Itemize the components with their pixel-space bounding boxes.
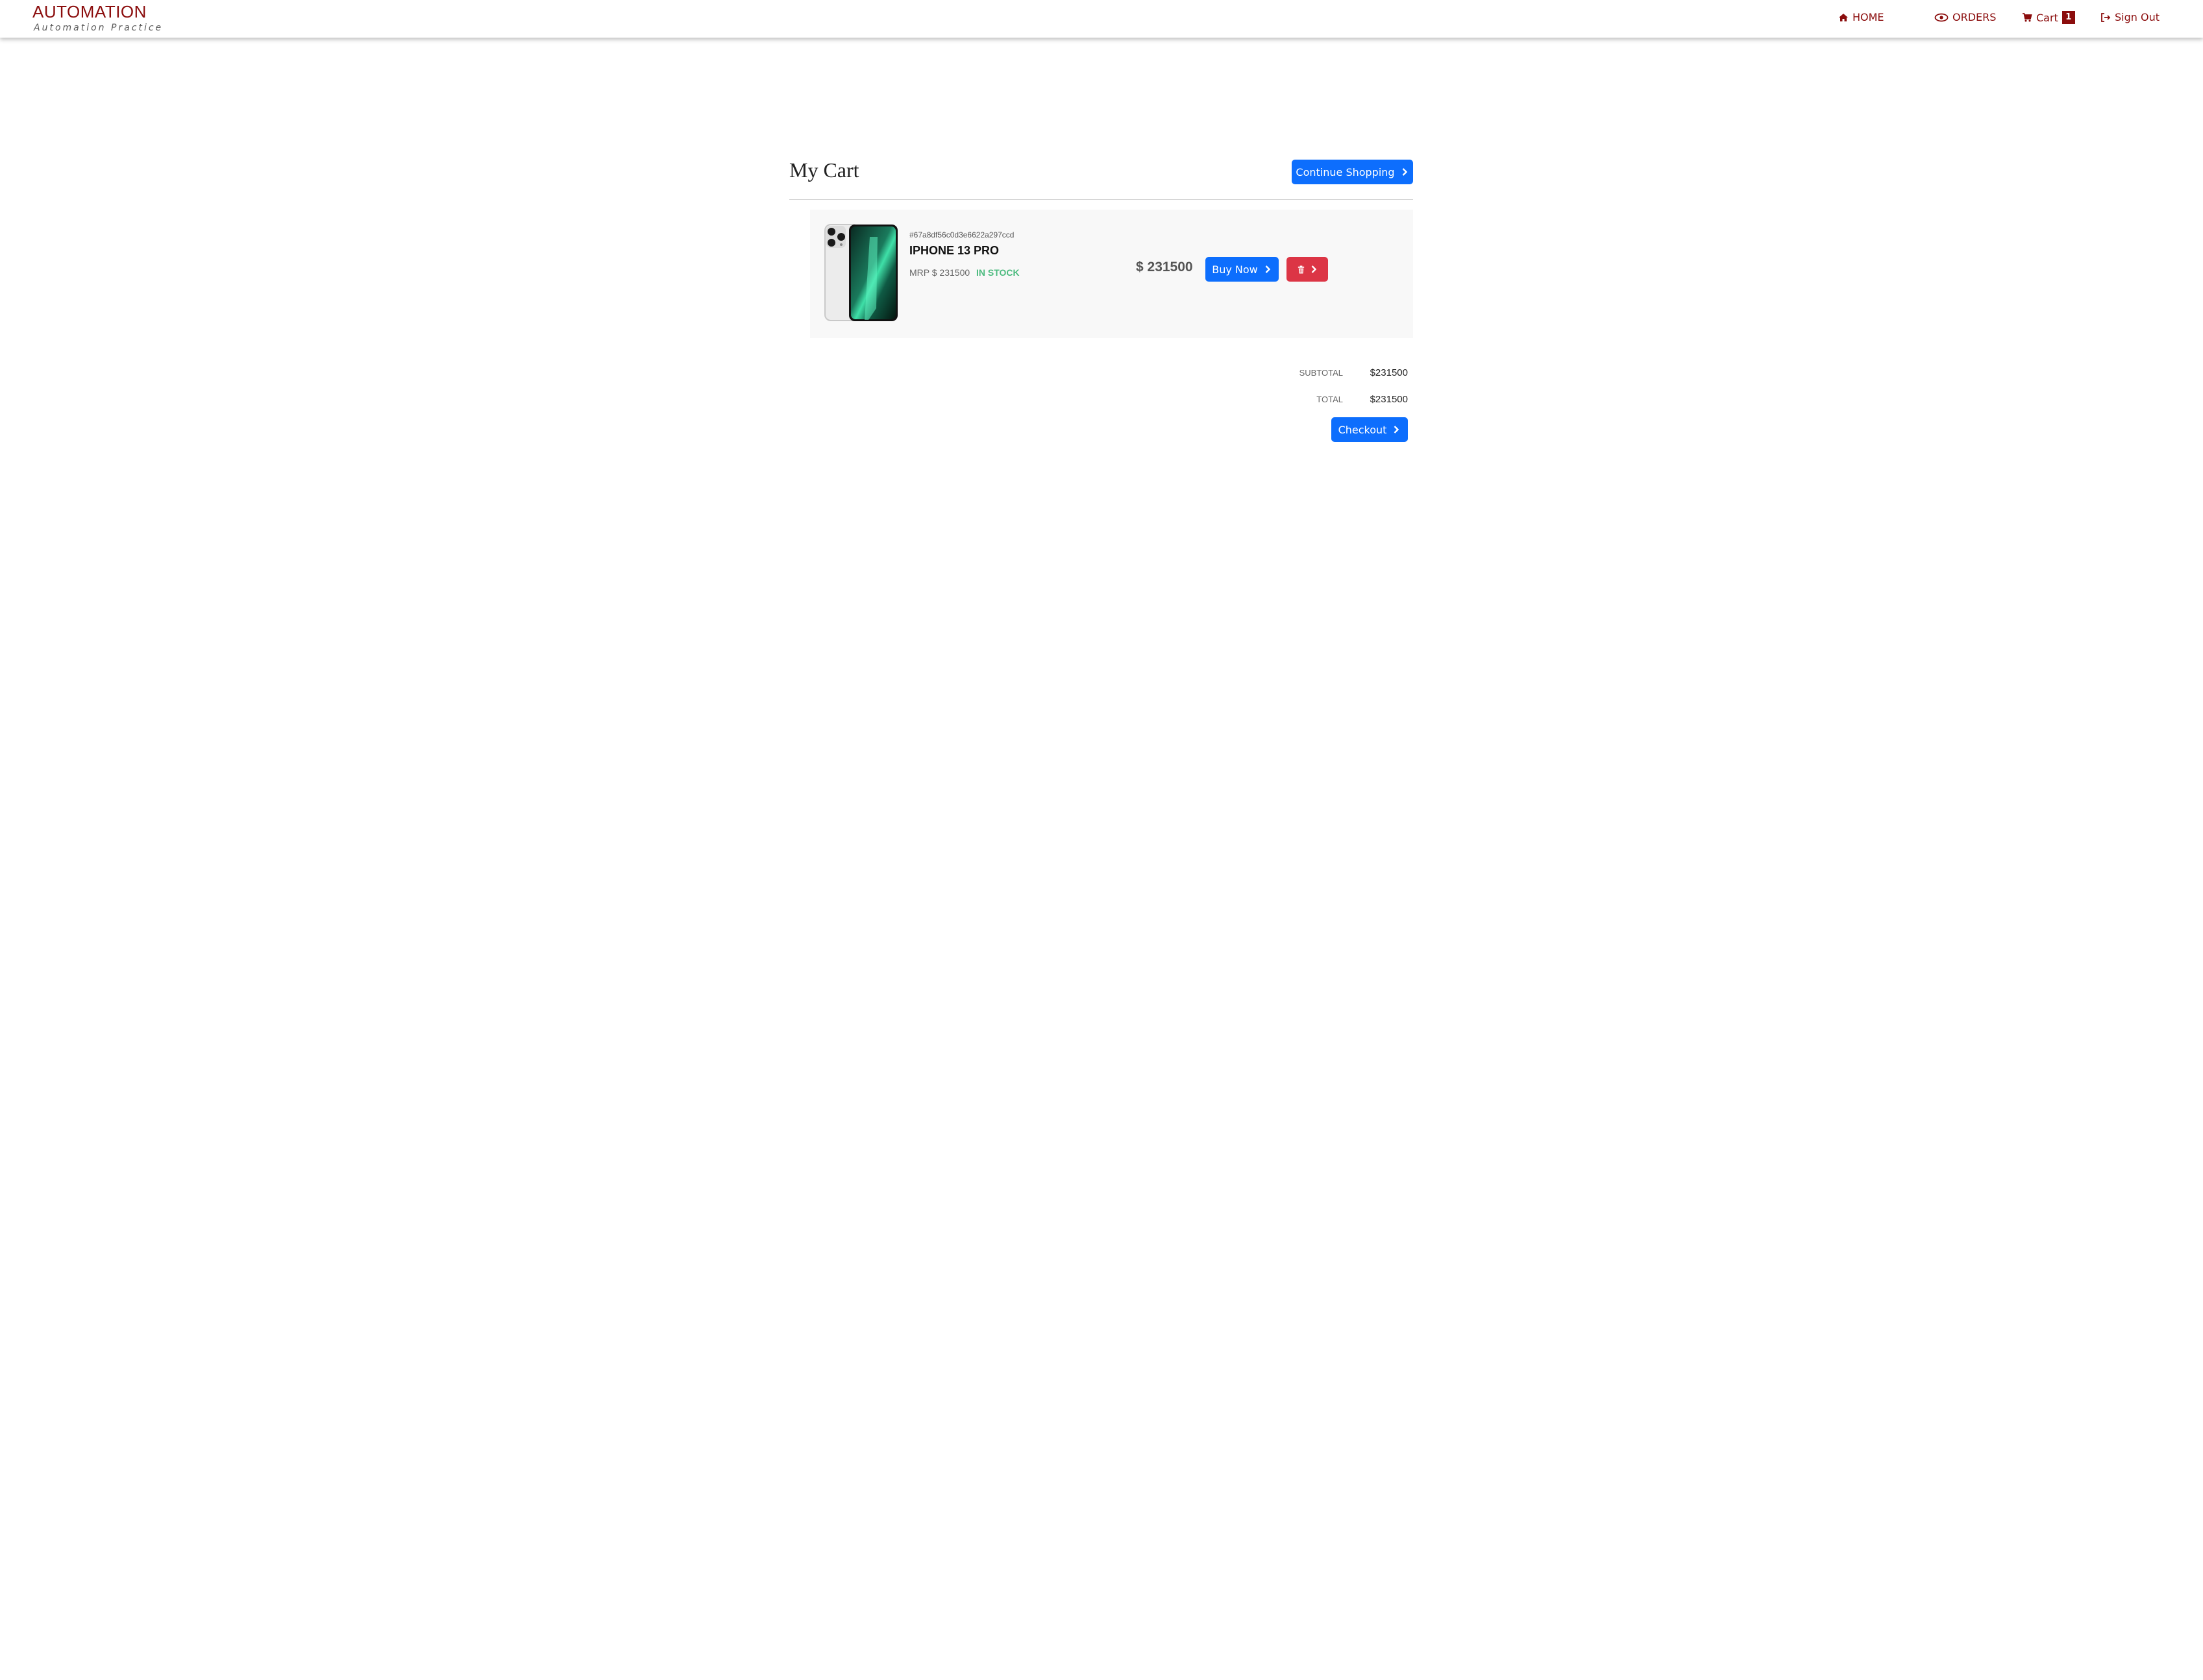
trash-icon — [1298, 265, 1304, 274]
nav-orders-link[interactable]: ORDERS — [1934, 11, 1996, 23]
nav-home-label: HOME — [1852, 11, 1884, 23]
nav-cart-link[interactable]: Cart 1 — [2022, 11, 2075, 24]
item-id: #67a8df56c0d3e6622a297ccd — [909, 230, 1015, 239]
cart-icon — [2022, 12, 2032, 23]
item-price: $ 231500 — [1136, 260, 1193, 274]
buy-now-button[interactable]: Buy Now — [1205, 257, 1279, 282]
buy-now-label: Buy Now — [1212, 263, 1258, 276]
chevron-right-icon — [1394, 426, 1399, 433]
continue-shopping-label: Continue Shopping — [1296, 165, 1395, 178]
brand-title[interactable]: AUTOMATION — [32, 2, 147, 22]
chevron-right-icon — [1402, 168, 1407, 176]
header-divider — [789, 199, 1413, 200]
nav-signout-link[interactable]: Sign Out — [2100, 11, 2160, 23]
cart-item: #67a8df56c0d3e6622a297ccd IPHONE 13 PRO … — [810, 210, 1413, 338]
cart-count-badge: 1 — [2061, 11, 2075, 24]
item-stock-status: IN STOCK — [976, 267, 1020, 278]
item-name[interactable]: IPHONE 13 PRO — [909, 244, 999, 258]
chevron-right-icon — [1311, 265, 1316, 273]
total-value: $231500 — [1370, 394, 1408, 405]
page-title: My Cart — [789, 158, 859, 182]
subtotal-value: $231500 — [1370, 367, 1408, 378]
delete-item-button[interactable] — [1286, 257, 1328, 282]
product-image-iphone[interactable] — [824, 224, 898, 322]
sign-out-icon — [2100, 12, 2111, 23]
home-icon — [1838, 12, 1849, 23]
nav-cart-label: Cart — [2036, 11, 2058, 24]
nav-home-link[interactable]: HOME — [1838, 11, 1884, 23]
brand-subtitle: Automation Practice — [34, 23, 164, 33]
top-navbar: AUTOMATION Automation Practice HOME ORDE… — [0, 0, 2203, 38]
continue-shopping-button[interactable]: Continue Shopping — [1292, 160, 1413, 184]
chevron-right-icon — [1265, 265, 1270, 273]
nav-signout-label: Sign Out — [2115, 11, 2160, 23]
checkout-button[interactable]: Checkout — [1331, 417, 1408, 442]
checkout-label: Checkout — [1338, 423, 1387, 436]
item-mrp: MRP $ 231500 — [909, 267, 970, 278]
eye-icon — [1934, 12, 1949, 23]
nav-orders-label: ORDERS — [1952, 11, 1997, 23]
